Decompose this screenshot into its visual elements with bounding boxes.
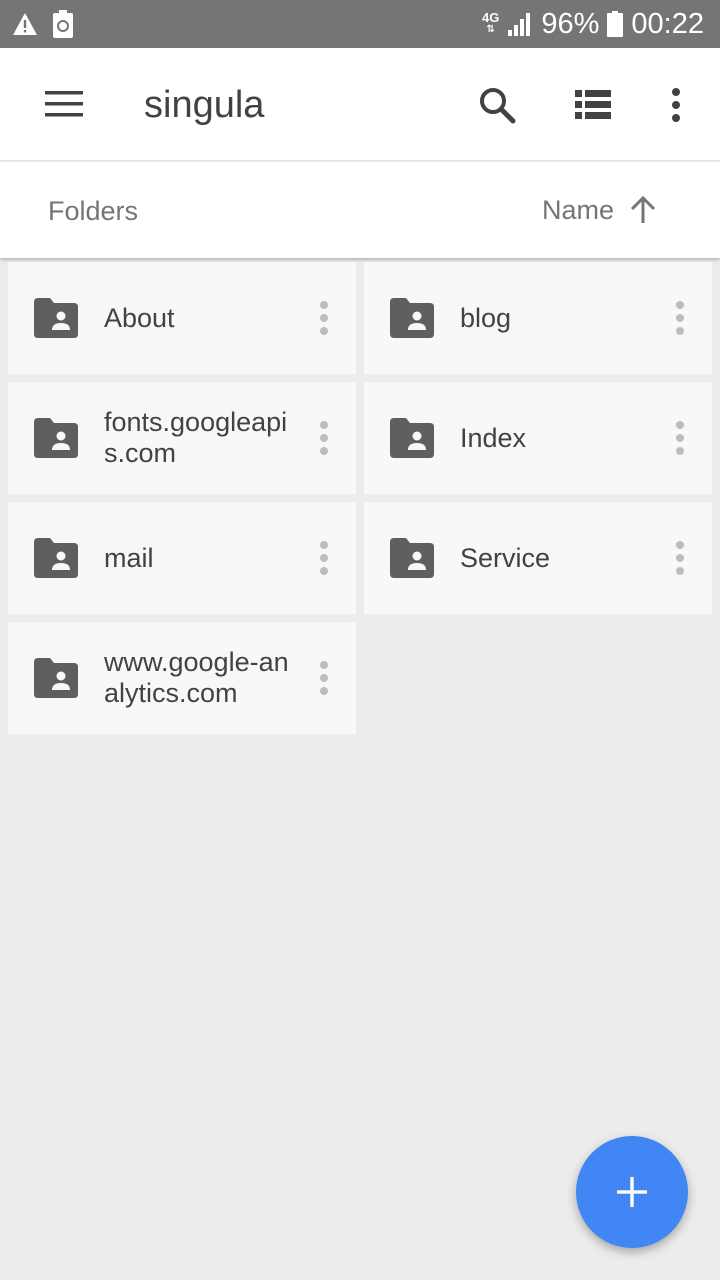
- folder-card[interactable]: mail: [8, 502, 356, 614]
- menu-button[interactable]: [34, 80, 94, 128]
- battery-percent: 96%: [541, 7, 600, 40]
- folder-name: blog: [460, 302, 512, 333]
- folder-options-button[interactable]: [306, 294, 342, 342]
- shared-folder-icon: [34, 658, 78, 698]
- more-vert-icon: [320, 541, 328, 575]
- more-vert-icon: [676, 421, 684, 455]
- shared-folder-icon: [34, 418, 78, 458]
- sort-label: Name: [542, 194, 615, 225]
- more-vert-icon: [676, 541, 684, 575]
- status-bar: 4G ⇅ 96% 00:22: [0, 0, 720, 48]
- status-right: 4G ⇅ 96% 00:22: [482, 0, 704, 48]
- more-vert-icon: [320, 421, 328, 455]
- add-fab-button[interactable]: [576, 1136, 688, 1248]
- app-title: singula: [144, 84, 265, 126]
- search-icon: [480, 88, 516, 124]
- clock: 00:22: [631, 7, 704, 40]
- arrow-up-icon: [630, 196, 656, 223]
- battery-icon: [607, 11, 624, 37]
- shared-folder-icon: [34, 298, 78, 338]
- folder-card[interactable]: About: [8, 262, 356, 374]
- folder-options-button[interactable]: [306, 414, 342, 462]
- folder-name: Index: [460, 422, 527, 453]
- battery-saver-icon: [53, 10, 73, 38]
- folder-options-button[interactable]: [306, 654, 342, 702]
- folder-options-button[interactable]: [662, 534, 698, 582]
- more-vert-icon: [320, 661, 328, 695]
- list-view-button[interactable]: [566, 78, 620, 132]
- more-options-button[interactable]: [656, 78, 696, 132]
- search-button[interactable]: [470, 78, 524, 132]
- folder-card[interactable]: blog: [364, 262, 712, 374]
- list-view-icon: [575, 90, 611, 119]
- more-vert-icon: [672, 88, 680, 122]
- more-vert-icon: [676, 301, 684, 335]
- signal-icon: [508, 13, 531, 36]
- folder-options-button[interactable]: [662, 414, 698, 462]
- folder-grid: About blog fonts.googleapis.com Index ma…: [8, 262, 712, 734]
- folder-card[interactable]: Service: [364, 502, 712, 614]
- menu-icon: [45, 91, 83, 117]
- shared-folder-icon: [390, 418, 434, 458]
- folder-name: mail: [104, 542, 154, 573]
- plus-icon: [617, 1177, 647, 1207]
- folder-card[interactable]: www.google-analytics.com: [8, 622, 356, 734]
- folder-options-button[interactable]: [662, 294, 698, 342]
- network-type: 4G ⇅: [482, 10, 500, 35]
- section-label: Folders: [48, 196, 139, 226]
- shared-folder-icon: [34, 538, 78, 578]
- sort-bar: Folders Name: [0, 162, 720, 258]
- app-bar: singula: [0, 48, 720, 161]
- shared-folder-icon: [390, 298, 434, 338]
- folder-card[interactable]: Index: [364, 382, 712, 494]
- folder-name: fonts.googleapis.com: [104, 407, 288, 468]
- sort-by-name-button[interactable]: Name: [530, 182, 668, 238]
- folder-card[interactable]: fonts.googleapis.com: [8, 382, 356, 494]
- folder-name: About: [104, 302, 175, 333]
- status-left-icons: [12, 10, 74, 38]
- folder-name: Service: [460, 542, 551, 573]
- folder-name: www.google-analytics.com: [104, 647, 289, 708]
- shared-folder-icon: [390, 538, 434, 578]
- more-vert-icon: [320, 301, 328, 335]
- folder-options-button[interactable]: [306, 534, 342, 582]
- warning-icon: [13, 13, 37, 35]
